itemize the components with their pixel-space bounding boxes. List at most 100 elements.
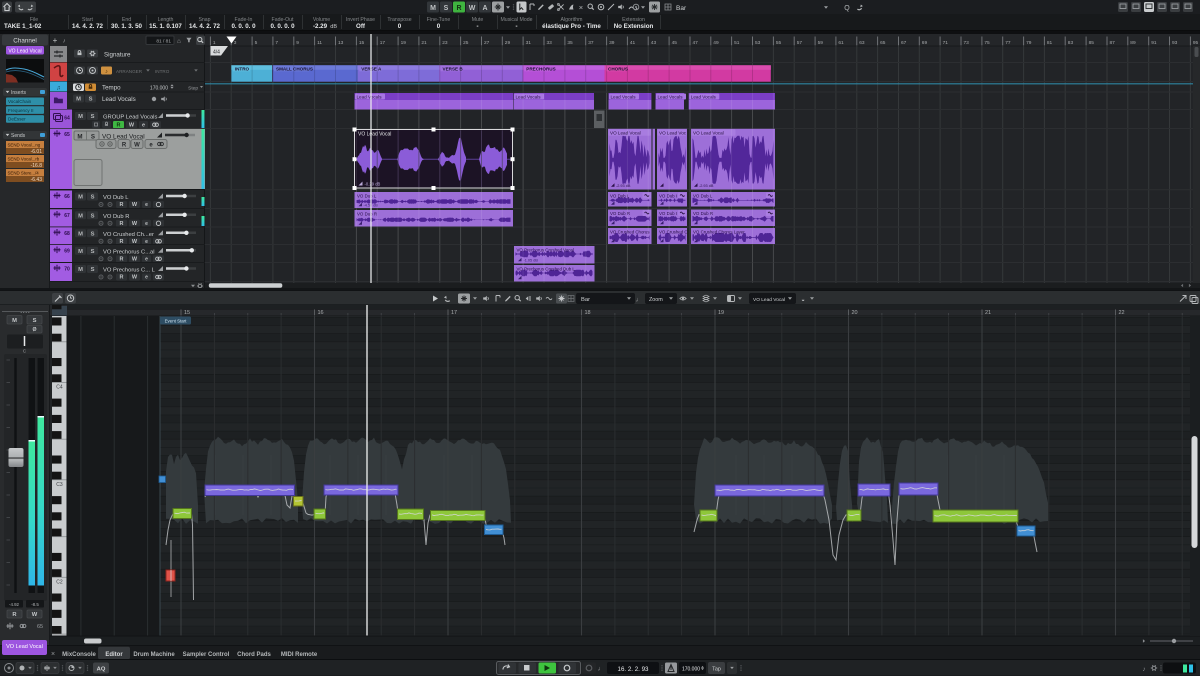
svg-text:16: 16	[318, 310, 324, 316]
svg-text:17: 17	[380, 39, 386, 45]
svg-text:S: S	[33, 318, 37, 324]
svg-text:VO Dub L: VO Dub L	[610, 193, 630, 198]
svg-text:⌂: ⌂	[177, 38, 181, 45]
svg-text:Q: Q	[844, 5, 850, 12]
svg-text:21: 21	[421, 39, 427, 45]
svg-text:14. 4. 2. 72: 14. 4. 2. 72	[189, 23, 221, 30]
svg-text:e: e	[145, 256, 148, 262]
svg-text:dB: dB	[330, 24, 337, 30]
svg-text:Ø: Ø	[32, 327, 36, 333]
svg-text:Tempo: Tempo	[102, 84, 121, 91]
svg-text:87: 87	[1110, 39, 1116, 45]
svg-text:INTRO: INTRO	[155, 68, 170, 73]
svg-text:5: 5	[255, 39, 258, 45]
svg-text:M: M	[78, 114, 83, 120]
svg-text:C2: C2	[56, 579, 63, 585]
svg-text:R: R	[120, 274, 124, 280]
svg-text:18: 18	[585, 310, 591, 316]
svg-text:SEND Stere.../4: SEND Stere.../4	[8, 170, 40, 175]
svg-text:♪: ♪	[1142, 666, 1145, 673]
svg-text:25: 25	[463, 39, 469, 45]
svg-text:No Extension: No Extension	[614, 23, 654, 30]
svg-text:-16.8: -16.8	[31, 163, 43, 169]
svg-text:Chord Pads: Chord Pads	[237, 652, 271, 658]
svg-text:39: 39	[609, 39, 615, 45]
svg-text:VO Lead Vocal: VO Lead Vocal	[753, 297, 785, 303]
svg-text:M: M	[12, 318, 17, 324]
svg-text:89: 89	[1130, 39, 1136, 45]
svg-text:19: 19	[718, 310, 724, 316]
svg-text:VO Dub L: VO Dub L	[693, 193, 713, 198]
svg-text:45: 45	[672, 39, 678, 45]
svg-text:DeEsser: DeEsser	[8, 116, 26, 121]
svg-text:16. 2. 2. 93: 16. 2. 2. 93	[618, 666, 650, 673]
svg-text:64: 64	[64, 115, 70, 121]
svg-text:Lead Vocals: Lead Vocals	[357, 94, 383, 99]
svg-text:33: 33	[547, 39, 553, 45]
svg-text:81 / 81: 81 / 81	[156, 38, 171, 44]
svg-text:R: R	[117, 122, 121, 128]
svg-text:Channel: Channel	[13, 37, 36, 44]
svg-text:Lead Vocals: Lead Vocals	[611, 94, 637, 99]
svg-text:20: 20	[852, 310, 858, 316]
svg-text:A: A	[482, 5, 487, 12]
svg-text:VO Dub R: VO Dub R	[693, 211, 713, 216]
svg-text:67: 67	[901, 39, 907, 45]
svg-text:77: 77	[1005, 39, 1011, 45]
svg-text:7: 7	[275, 39, 278, 45]
svg-text:69: 69	[64, 248, 70, 254]
svg-text:S: S	[91, 133, 95, 140]
svg-text:C4: C4	[56, 385, 63, 391]
svg-text:Sends: Sends	[11, 133, 26, 139]
svg-text:Off: Off	[356, 23, 366, 30]
svg-text:S: S	[91, 213, 95, 219]
svg-text:27: 27	[484, 39, 490, 45]
svg-text:VO Prechorus Crushed Dub L: VO Prechorus Crushed Dub L	[517, 266, 576, 271]
svg-text:S: S	[91, 267, 95, 273]
svg-text:♩: ♩	[598, 666, 605, 673]
svg-text:66: 66	[64, 194, 70, 200]
svg-text:SMALL CHORUS: SMALL CHORUS	[276, 66, 313, 71]
svg-text:VO Lead Vocal: VO Lead Vocal	[358, 131, 391, 137]
svg-text:×: ×	[51, 651, 55, 658]
svg-text:Drum Machine: Drum Machine	[133, 652, 175, 658]
svg-text:13: 13	[338, 39, 344, 45]
svg-text:R: R	[120, 256, 124, 262]
svg-text:43: 43	[651, 39, 657, 45]
svg-text:VO Prechorus C... L: VO Prechorus C... L	[103, 267, 156, 273]
svg-text:85: 85	[1089, 39, 1095, 45]
svg-text:55: 55	[776, 39, 782, 45]
svg-text:65: 65	[64, 132, 70, 138]
svg-text:VO Dub L: VO Dub L	[103, 195, 129, 201]
svg-text:81: 81	[1047, 39, 1053, 45]
svg-text:INTRO: INTRO	[235, 66, 250, 71]
svg-text:ARRANGER: ARRANGER	[116, 68, 143, 73]
svg-text:Editor: Editor	[105, 652, 123, 658]
svg-text:W: W	[132, 274, 138, 280]
svg-text:M: M	[78, 213, 83, 219]
svg-text:-4.92: -4.92	[9, 602, 20, 607]
svg-text:Frequency II: Frequency II	[8, 107, 34, 112]
svg-text:-: -	[515, 23, 517, 30]
svg-text:M: M	[430, 5, 436, 12]
svg-text:Lead Vocals: Lead Vocals	[516, 94, 542, 99]
svg-text:57: 57	[797, 39, 803, 45]
svg-text:S: S	[91, 231, 95, 237]
svg-text:S: S	[91, 194, 95, 200]
svg-text:W: W	[129, 122, 135, 128]
svg-text:M: M	[78, 194, 83, 200]
svg-text:W: W	[132, 256, 138, 262]
svg-text:35: 35	[567, 39, 573, 45]
svg-text:37: 37	[588, 39, 594, 45]
svg-text:S: S	[89, 96, 93, 102]
svg-text:65: 65	[880, 39, 886, 45]
svg-text:élastique Pro - Time: élastique Pro - Time	[542, 23, 601, 30]
svg-text:M: M	[78, 267, 83, 273]
svg-text:R: R	[120, 221, 124, 227]
svg-text:W: W	[32, 612, 38, 618]
svg-text:W: W	[469, 5, 476, 12]
svg-text:-6.43: -6.43	[31, 177, 43, 183]
svg-text:49: 49	[713, 39, 719, 45]
svg-text:0: 0	[437, 23, 441, 30]
svg-text:4/4: 4/4	[213, 49, 220, 55]
